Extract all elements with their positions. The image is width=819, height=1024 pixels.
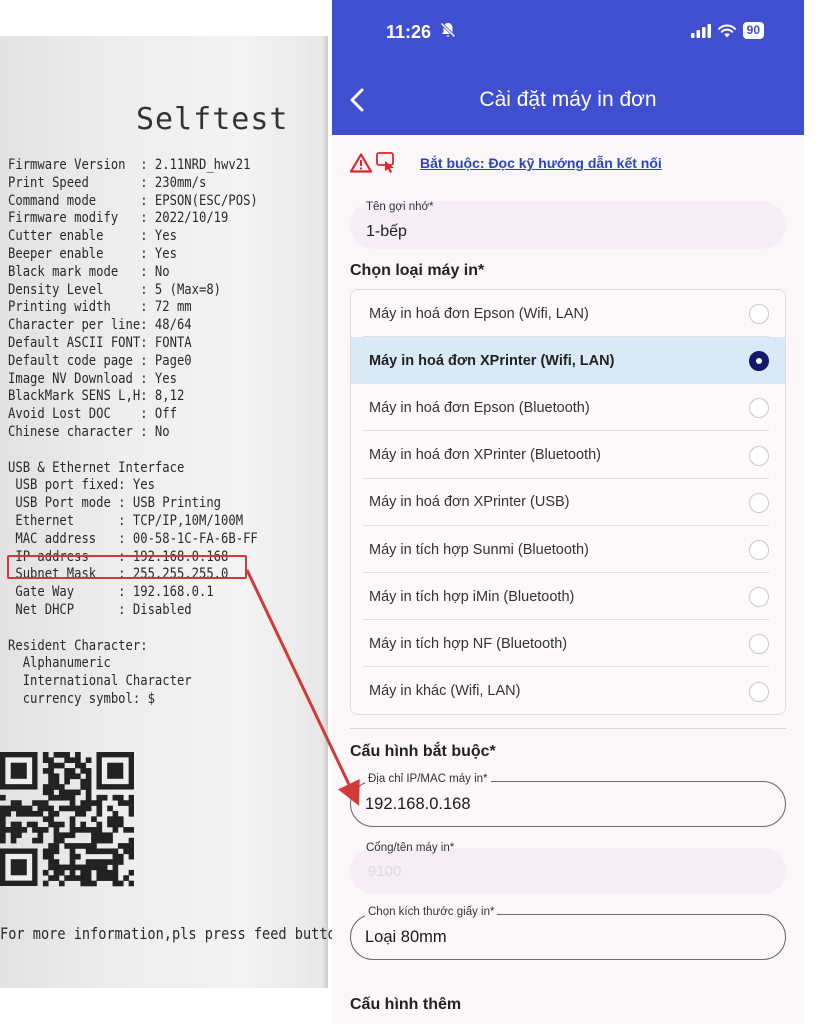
receipt-line: Printing width : 72 mm	[8, 299, 192, 316]
radio-unselected-icon[interactable]	[749, 587, 769, 608]
radio-unselected-icon[interactable]	[749, 398, 769, 419]
receipt-line: Density Level : 5 (Max=8)	[8, 281, 222, 298]
receipt-line: Chinese character : No	[8, 424, 170, 440]
receipt-shadow	[322, 36, 328, 988]
printer-option-label: Máy in hoá đơn Epson (Bluetooth)	[369, 399, 590, 416]
qr-code-image	[0, 752, 134, 887]
receipt-line: Avoid Lost DOC : Off	[8, 406, 177, 423]
receipt-footer: For more information,pls press feed butt…	[0, 924, 332, 943]
port-label: Cổng/tên máy in*	[366, 842, 455, 854]
nickname-value: 1-bếp	[366, 223, 407, 240]
receipt-line: MAC address : 00-58-1C-FA-6B-FF	[8, 530, 258, 547]
receipt-line: Image NV Download : Yes	[8, 370, 177, 387]
printer-option[interactable]: Máy in hoá đơn XPrinter (Wifi, LAN)	[351, 337, 785, 385]
nickname-field[interactable]: Tên gợi nhớ* 1-bếp	[350, 201, 786, 249]
app-header: 11:26 90 Cài đặt máy in đơn	[332, 0, 804, 135]
ip-address-value: 192.168.0.168	[365, 795, 471, 813]
receipt-line: Print Speed : 230mm/s	[8, 174, 207, 191]
printer-option-label: Máy in khác (Wifi, LAN)	[369, 683, 521, 700]
connection-guide-link[interactable]: Bắt buộc: Đọc kỹ hướng dẫn kết nối	[420, 155, 662, 171]
receipt-line: USB port fixed: Yes	[8, 477, 155, 494]
printer-option[interactable]: Máy in hoá đơn XPrinter (USB)	[351, 479, 785, 526]
printer-option[interactable]: Máy in hoá đơn Epson (Wifi, LAN)	[351, 290, 785, 337]
warning-row: Bắt buộc: Đọc kỹ hướng dẫn kết nối	[350, 152, 662, 174]
radio-unselected-icon[interactable]	[749, 445, 769, 466]
receipt-line: Gate Way : 192.168.0.1	[8, 584, 214, 601]
printer-option-label: Máy in hoá đơn Epson (Wifi, LAN)	[369, 305, 589, 322]
signal-icon	[690, 23, 711, 38]
printer-option-label: Máy in tích hợp iMin (Bluetooth)	[369, 588, 575, 605]
bell-muted-icon	[440, 22, 456, 38]
status-indicators: 90	[690, 22, 764, 39]
receipt-line: Black mark mode : No	[8, 263, 170, 280]
printer-type-list: Máy in hoá đơn Epson (Wifi, LAN) Máy in h…	[350, 289, 786, 715]
receipt-line: BlackMark SENS L,H: 8,12	[8, 388, 185, 405]
paper-size-field[interactable]: Chọn kích thước giấy in* Loại 80mm	[350, 906, 786, 960]
radio-unselected-icon[interactable]	[749, 304, 769, 324]
printer-option[interactable]: Máy in tích hợp iMin (Bluetooth)	[351, 573, 785, 621]
receipt-line: Command mode : EPSON(ESC/POS)	[8, 192, 258, 209]
status-time: 11:26	[386, 22, 432, 42]
receipt-line: Default ASCII FONT: FONTA	[8, 335, 192, 351]
receipt-line: Ethernet : TCP/IP,10M/100M	[8, 513, 244, 529]
printer-option[interactable]: Máy in tích hợp Sunmi (Bluetooth)	[351, 526, 785, 573]
receipt-line: currency symbol: $	[8, 691, 155, 707]
printer-option-label: Máy in tích hợp NF (Bluetooth)	[369, 635, 568, 652]
battery-indicator: 90	[742, 22, 764, 39]
receipt-line: USB Port mode : USB Printing	[8, 495, 222, 512]
receipt-line: Resident Character:	[8, 637, 148, 654]
receipt-line: Cutter enable : Yes	[8, 228, 177, 245]
receipt-line: Character per line: 48/64	[8, 317, 192, 334]
nickname-label: Tên gợi nhớ*	[366, 201, 434, 213]
paper-size-label: Chọn kích thước giấy in*	[365, 906, 498, 918]
printer-option-label: Máy in tích hợp Sunmi (Bluetooth)	[369, 541, 589, 558]
printer-option[interactable]: Máy in hoá đơn Epson (Bluetooth)	[351, 384, 785, 432]
receipt-line: International Character	[8, 673, 192, 690]
receipt-line: Default code page : Page0	[8, 352, 192, 369]
printer-option[interactable]: Máy in tích hợp NF (Bluetooth)	[351, 620, 785, 668]
receipt-line: USB & Ethernet Interface	[8, 459, 185, 476]
screen-title: Cài đặt máy in đơn	[479, 88, 657, 111]
ip-address-highlight-box	[7, 555, 247, 579]
required-config-section-title: Cấu hình bắt buộc*	[350, 743, 496, 760]
port-placeholder: 9100	[368, 863, 402, 880]
receipt-line: Net DHCP : Disabled	[8, 602, 192, 618]
printer-option[interactable]: Máy in hoá đơn XPrinter (Bluetooth)	[351, 432, 785, 479]
phone-screen: 11:26 90 Cài đặt máy in đơn Bắt buộc: Đọ…	[332, 0, 804, 1024]
receipt-line: Alphanumeric	[8, 655, 111, 672]
receipt-photo: Selftest Firmware Version : 2.11NRD_hwv2…	[0, 0, 332, 1024]
ip-address-field[interactable]: Địa chỉ IP/MAC máy in* 192.168.0.168	[350, 773, 786, 827]
radio-unselected-icon[interactable]	[749, 492, 769, 513]
port-field[interactable]: Cổng/tên máy in* 9100	[350, 842, 786, 894]
printer-option-label: Máy in hoá đơn XPrinter (Bluetooth)	[369, 447, 601, 464]
warning-triangle-icon	[350, 153, 372, 173]
printer-option-label: Máy in hoá đơn XPrinter (USB)	[369, 494, 570, 511]
receipt-line: Firmware Version : 2.11NRD_hwv21	[8, 157, 251, 173]
printer-type-section-title: Chọn loại máy in*	[350, 262, 485, 279]
paper-size-value: Loại 80mm	[365, 928, 447, 946]
receipt-line: Beeper enable : Yes	[8, 246, 177, 262]
ip-address-label: Địa chỉ IP/MAC máy in*	[365, 773, 491, 785]
wifi-icon	[717, 24, 736, 37]
radio-selected-icon[interactable]	[749, 351, 769, 372]
tap-hand-icon	[376, 152, 394, 173]
radio-unselected-icon[interactable]	[749, 540, 769, 560]
radio-unselected-icon[interactable]	[749, 634, 769, 655]
receipt-title: Selftest	[136, 102, 289, 137]
receipt-line: Firmware modify : 2022/10/19	[8, 210, 229, 227]
printer-option-label: Máy in hoá đơn XPrinter (Wifi, LAN)	[369, 352, 615, 369]
radio-unselected-icon[interactable]	[749, 681, 769, 702]
printer-option[interactable]: Máy in khác (Wifi, LAN)	[351, 668, 785, 714]
section-divider	[350, 728, 786, 729]
extra-config-section-title: Cấu hình thêm	[350, 996, 462, 1013]
